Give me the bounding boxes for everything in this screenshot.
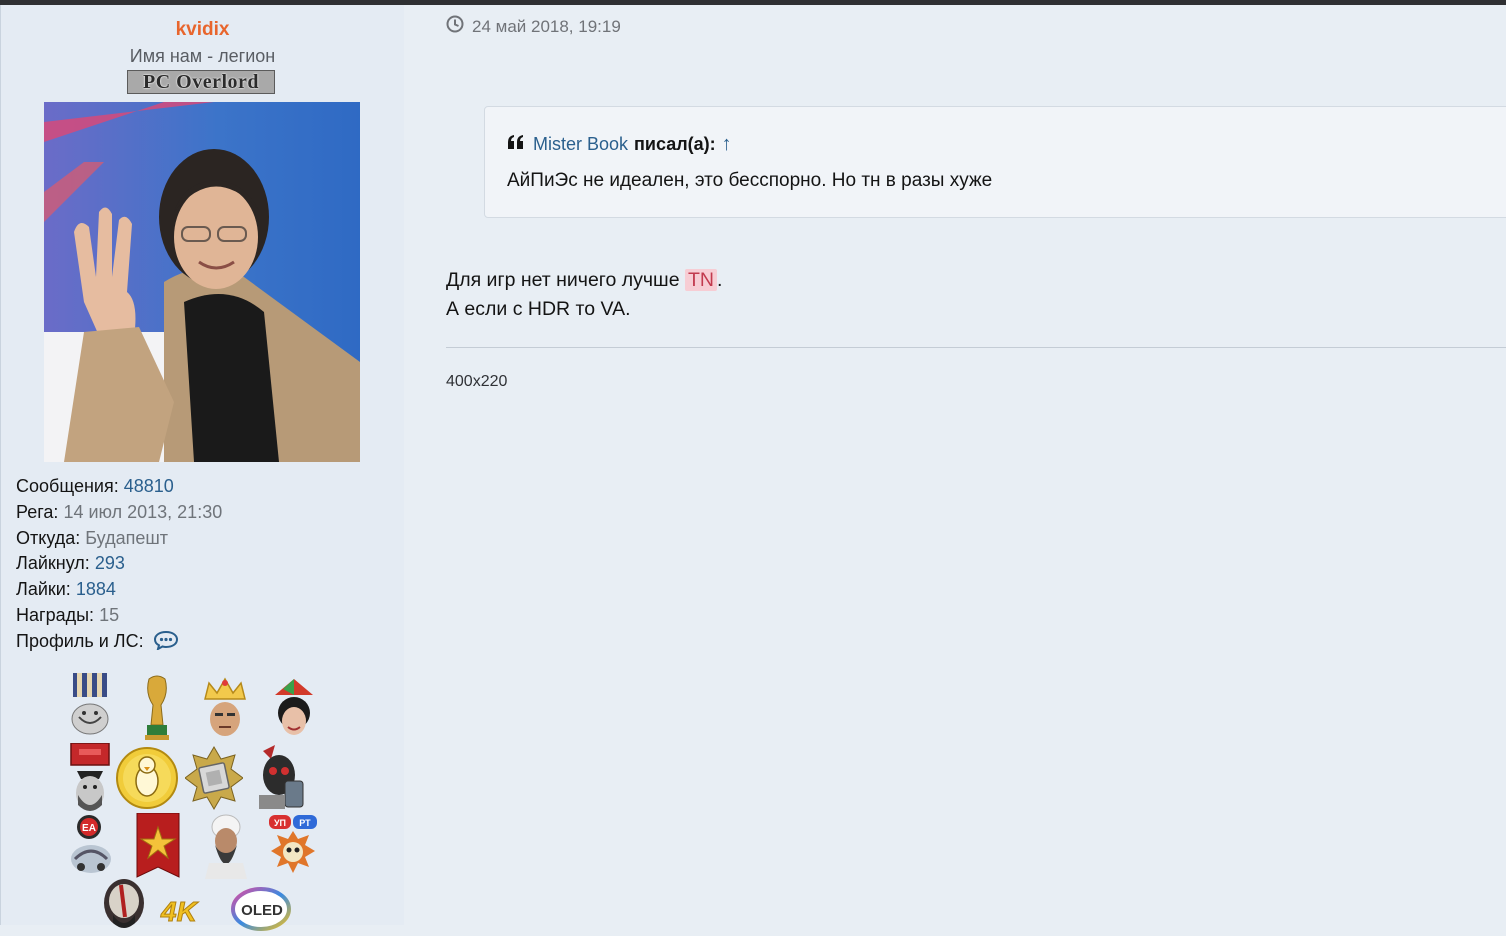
message-line-1: Для игр нет ничего лучше TN. [446,269,723,291]
ea-car-badge-icon[interactable]: EA [69,813,113,884]
svg-text:4K: 4K [160,896,199,925]
stat-liked: Лайкнул: 293 [16,553,125,574]
post-timestamp: 24 май 2018, 19:19 [446,15,621,38]
author-stats: Сообщения: 48810 Рега: 14 июл 2013, 21:3… [16,474,222,658]
svg-text:EA: EA [82,823,96,834]
author-panel: kvidix Имя нам - легион PC Overlord Сооб… [0,5,404,931]
liked-count-link[interactable]: 293 [95,553,125,573]
svg-text:УП: УП [274,818,286,828]
pirate-medal-icon[interactable] [69,742,111,818]
rank-banner: PC Overlord [127,70,275,94]
stat-location: Откуда: Будапешт [16,527,169,548]
clock-icon [446,15,464,38]
message-line-2: А если с HDR то VA. [446,298,631,320]
author-title: Имя нам - легион [129,46,276,66]
quote-author-link[interactable]: Mister Book [533,134,628,155]
quote-wrote-label: писал(а): [634,134,716,154]
stat-awards: Награды: 15 [16,604,120,625]
quote-block: Mister Book писал(а): ↑ АйПиЭс не идеале… [484,106,1506,218]
quote-text: АйПиЭс не идеален, это бесспорно. Но тн … [507,170,993,191]
medal-troll-icon[interactable] [69,673,111,744]
up-pt-skull-badge-icon[interactable]: УП РТ [267,813,319,884]
oled-logo-icon[interactable]: OLED [229,887,293,936]
author-username[interactable]: kvidix [1,19,404,41]
avatar-image [44,102,360,462]
awards-count: 15 [99,604,120,625]
quote-icon [507,134,525,155]
world-cup-trophy-icon[interactable] [141,675,173,746]
gold-penguin-coin-icon[interactable] [115,745,179,816]
kratos-icon[interactable] [101,877,147,936]
stat-messages: Сообщения: 48810 [16,476,174,496]
svg-text:РТ: РТ [299,818,311,828]
post-message: Для игр нет ничего лучше TN. А если с HD… [446,266,722,324]
signature-divider [446,347,1506,348]
chat-bubble-icon[interactable] [153,630,179,658]
red-star-ribbon-icon[interactable] [135,812,181,884]
cpu-star-badge-icon[interactable] [184,745,244,816]
stat-profile: Профиль и ЛС: [16,629,222,658]
highlighted-text: TN [684,269,717,291]
avatar[interactable] [44,102,360,462]
stat-likes: Лайки: 1884 [16,579,116,600]
signature-text: 400x220 [446,373,508,390]
skull-mech-icon[interactable] [255,745,305,816]
location-value: Будапешт [85,527,169,548]
quote-header: Mister Book писал(а): ↑ [507,133,732,156]
propeller-hat-face-icon[interactable] [271,677,317,744]
stat-registered: Рега: 14 июл 2013, 21:30 [16,501,223,522]
bearded-man-icon[interactable] [203,813,249,884]
likes-count-link[interactable]: 1884 [76,579,116,599]
post-date[interactable]: 24 май 2018, 19:19 [472,17,621,37]
svg-text:OLED: OLED [241,902,283,919]
messages-count-link[interactable]: 48810 [124,476,174,496]
crown-face-icon[interactable] [201,677,249,744]
quote-jump-arrow-icon[interactable]: ↑ [722,133,732,156]
registered-date: 14 июл 2013, 21:30 [63,501,223,522]
